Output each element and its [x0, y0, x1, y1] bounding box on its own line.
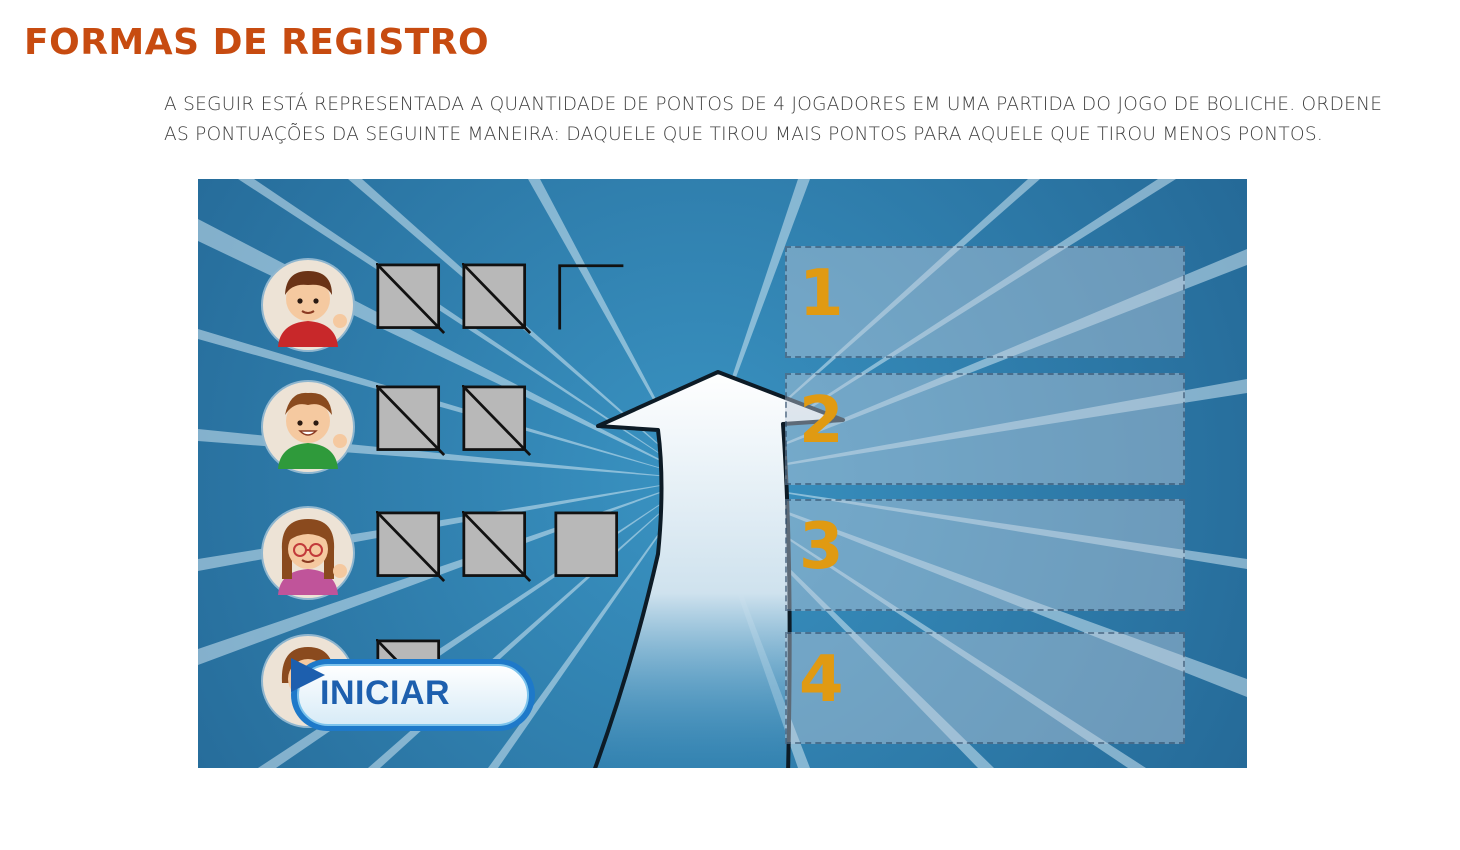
slot-number: 4 [799, 643, 844, 717]
ranking-slot-3[interactable]: 3 [785, 499, 1185, 611]
instructions-text: A SEGUIR ESTÁ REPRESENTADA A QUANTIDADE … [164, 94, 1383, 145]
crossed-box-icon [462, 263, 532, 335]
crossed-box-icon [462, 385, 532, 457]
start-button-label: INICIAR [320, 674, 451, 712]
crossed-box-icon [376, 511, 446, 583]
girl-glasses-avatar-icon [261, 506, 355, 600]
crossed-box-icon [376, 385, 446, 457]
slot-number: 3 [799, 510, 844, 584]
ranking-slot-2[interactable]: 2 [785, 373, 1185, 485]
score-marks [376, 263, 716, 353]
player-row-1 [260, 257, 700, 357]
open-corner-icon [558, 264, 624, 330]
page-title: FORMAS DE REGISTRO [24, 22, 490, 63]
crossed-box-icon [376, 263, 446, 335]
boy-red-shirt-avatar-icon [261, 258, 355, 352]
ranking-slot-4[interactable]: 4 [785, 632, 1185, 744]
crossed-box-icon [462, 511, 532, 583]
game-canvas[interactable]: 1 2 3 4 INICIAR [198, 179, 1247, 768]
start-button[interactable]: INICIAR [288, 656, 538, 734]
slot-number: 1 [799, 257, 844, 331]
slot-number: 2 [799, 384, 844, 458]
play-icon [291, 658, 325, 692]
boy-green-shirt-avatar-icon [261, 380, 355, 474]
ranking-slot-1[interactable]: 1 [785, 246, 1185, 358]
